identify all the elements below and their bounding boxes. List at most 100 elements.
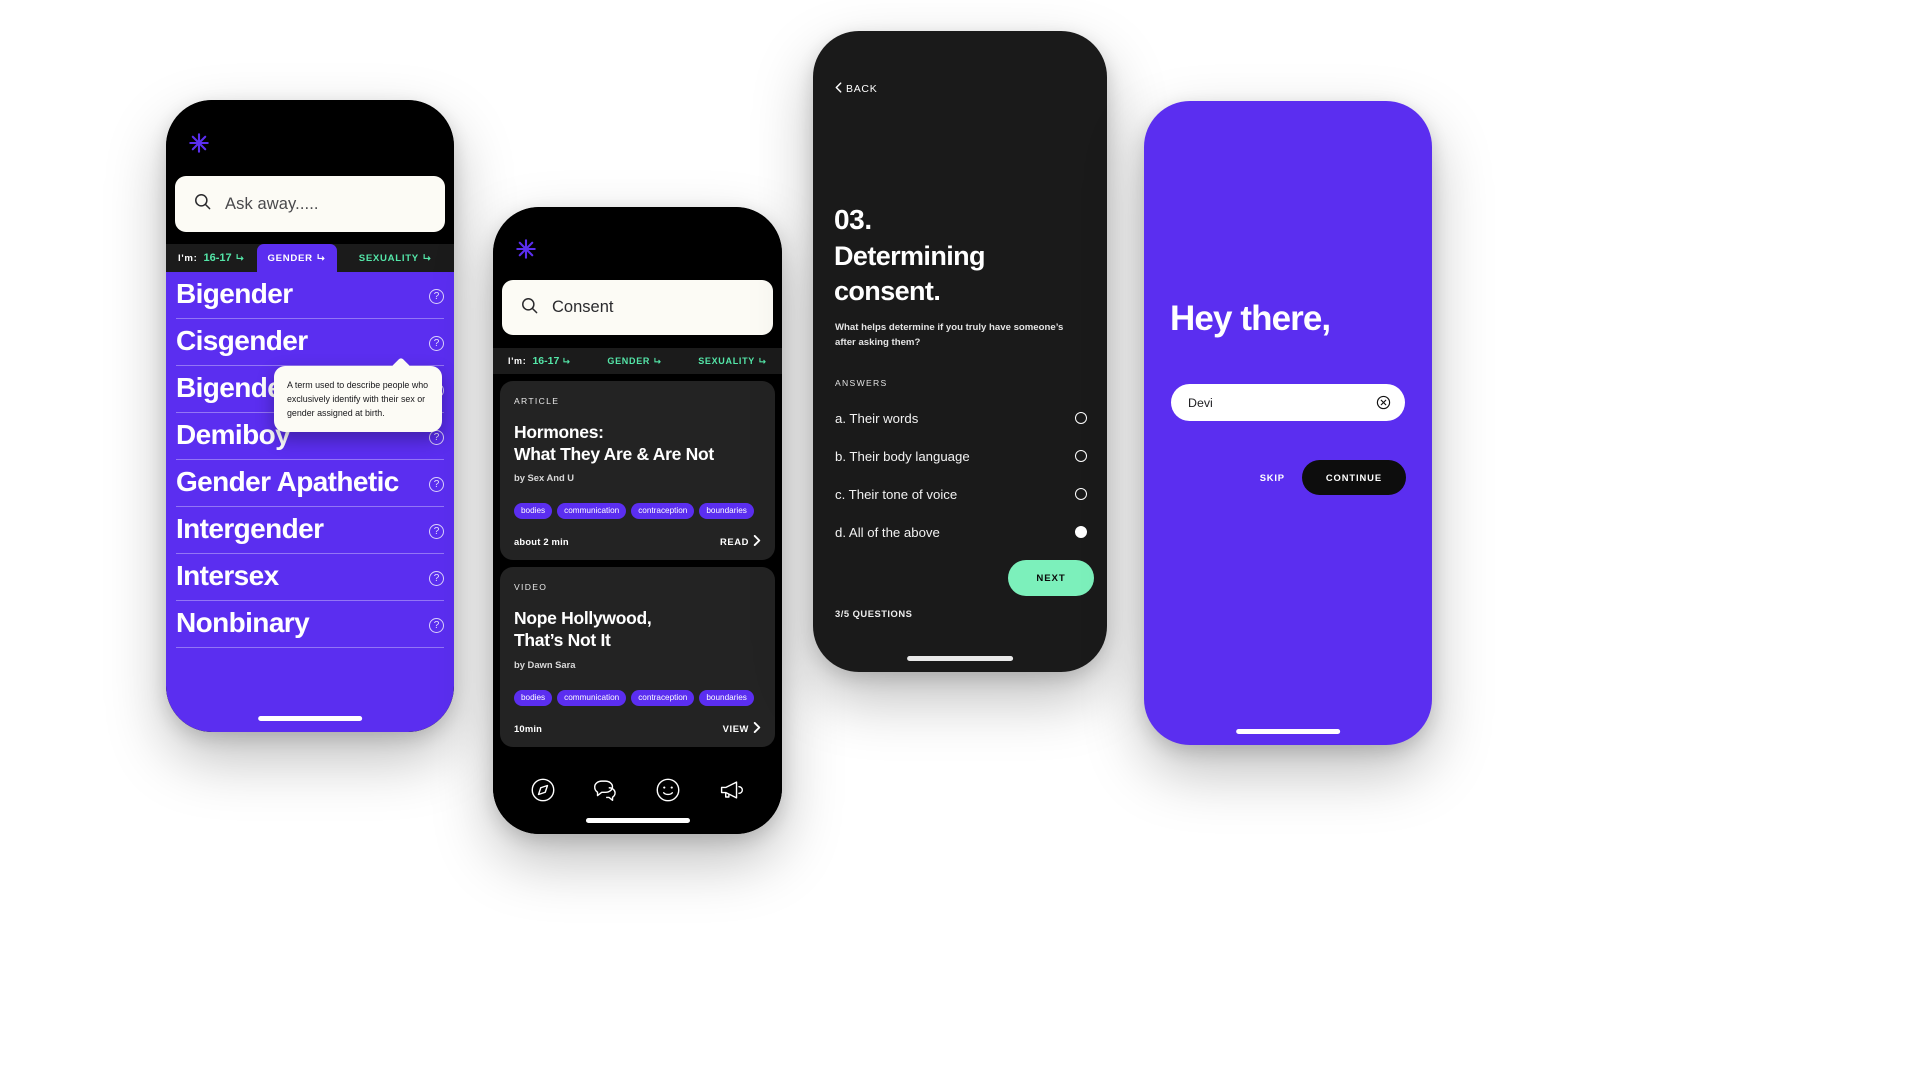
- tab-sexuality[interactable]: SEXUALITY: [337, 244, 454, 272]
- age-value-label: 16-17: [532, 355, 560, 367]
- bottom-navigation: [493, 768, 782, 834]
- clear-circle-icon[interactable]: [1376, 395, 1391, 410]
- card-footer: 10min VIEW: [514, 721, 761, 735]
- tab-gender[interactable]: GENDER: [607, 356, 662, 367]
- chat-bubbles-icon[interactable]: [591, 776, 621, 806]
- age-filter-chip[interactable]: I'm: 16-17: [493, 355, 571, 367]
- answer-option-d[interactable]: d. All of the above: [835, 513, 1087, 551]
- tag-chip[interactable]: bodies: [514, 689, 553, 706]
- home-indicator: [1236, 729, 1340, 734]
- help-circle-icon[interactable]: ?: [429, 288, 444, 304]
- card-view-button[interactable]: VIEW: [722, 721, 761, 735]
- question-number: 03.: [834, 204, 872, 235]
- help-circle-icon[interactable]: ?: [429, 617, 444, 633]
- asterisk-icon: [515, 238, 537, 260]
- glossary-term-list[interactable]: Bigender ? Cisgender ? Bigender ? Demibo…: [166, 272, 454, 732]
- tab-sexuality[interactable]: SEXUALITY: [698, 356, 782, 367]
- card-title-line2: What They Are & Are Not: [514, 443, 714, 464]
- continue-button[interactable]: CONTINUE: [1301, 460, 1406, 495]
- tag-chip[interactable]: bodies: [514, 503, 553, 520]
- list-item[interactable]: Cisgender ?: [176, 319, 444, 366]
- radio-button[interactable]: [1075, 412, 1087, 424]
- answer-option-b[interactable]: b. Their body language: [835, 437, 1087, 475]
- tag-chip[interactable]: boundaries: [699, 503, 754, 520]
- card-cta-label: READ: [720, 536, 749, 548]
- answer-option-a[interactable]: a. Their words: [835, 399, 1087, 437]
- tag-chip[interactable]: communication: [557, 689, 627, 706]
- answer-option-c[interactable]: c. Their tone of voice: [835, 475, 1087, 513]
- age-filter-chip[interactable]: I'm: 16-17: [166, 244, 257, 272]
- next-button[interactable]: NEXT: [1008, 560, 1094, 596]
- search-placeholder: Ask away.....: [225, 194, 319, 213]
- card-duration: 10min: [514, 722, 543, 734]
- card-byline: by Dawn Sara: [514, 658, 576, 670]
- showcase-stage: Ask away..... I'm: 16-17 GENDER SEXUALIT…: [0, 0, 1920, 1080]
- card-footer: about 2 min READ: [514, 535, 761, 548]
- content-card-video[interactable]: VIDEO Nope Hollywood, That’s Not It by D…: [500, 567, 775, 747]
- asterisk-icon: [188, 132, 210, 154]
- skip-button[interactable]: SKIP: [1260, 472, 1285, 483]
- card-title-line1: Hormones:: [514, 422, 604, 442]
- tag-chip[interactable]: contraception: [631, 503, 695, 520]
- greeting-heading: Hey there,: [1170, 299, 1331, 338]
- answer-label: d. All of the above: [835, 524, 940, 540]
- search-input[interactable]: Consent: [502, 280, 773, 335]
- back-button[interactable]: BACK: [835, 82, 877, 96]
- age-value-label: 16-17: [203, 252, 232, 264]
- tab-sexuality-label: SEXUALITY: [358, 252, 419, 264]
- card-title-line2: That’s Not It: [514, 630, 611, 651]
- phone-welcome: Hey there, Devi SKIP CONTINUE: [1144, 101, 1432, 745]
- card-kicker: VIDEO: [514, 582, 548, 593]
- phone-feed: Consent I'm: 16-17 GENDER SEXUALITY ARTI…: [493, 207, 782, 834]
- tag-chip[interactable]: communication: [557, 503, 627, 520]
- search-input[interactable]: Ask away.....: [175, 176, 445, 232]
- help-circle-icon[interactable]: ?: [429, 570, 444, 586]
- card-kicker: ARTICLE: [514, 396, 560, 406]
- list-item[interactable]: Intergender ?: [176, 507, 444, 554]
- dropdown-arrow-icon: [316, 252, 326, 265]
- term-name: Cisgender: [176, 324, 308, 356]
- help-circle-icon[interactable]: ?: [429, 476, 444, 492]
- tab-gender-label: GENDER: [607, 356, 651, 366]
- dropdown-arrow-icon: [422, 252, 432, 265]
- tag-chip[interactable]: boundaries: [699, 689, 754, 706]
- list-item[interactable]: Nonbinary ?: [176, 601, 444, 648]
- feed-header: Consent: [493, 207, 782, 339]
- radio-button[interactable]: [1075, 488, 1087, 500]
- help-circle-icon[interactable]: ?: [429, 429, 444, 445]
- search-icon: [520, 296, 539, 320]
- tab-gender[interactable]: GENDER: [256, 244, 337, 272]
- question-subtitle: What helps determine if you truly have s…: [835, 322, 1064, 348]
- answer-option-list: a. Their words b. Their body language c.…: [835, 399, 1087, 551]
- name-field[interactable]: Devi: [1171, 384, 1405, 421]
- radio-button-selected[interactable]: [1075, 526, 1087, 538]
- term-name: Intersex: [176, 559, 279, 591]
- dropdown-arrow-icon: [758, 356, 767, 367]
- card-read-button[interactable]: READ: [720, 535, 761, 548]
- answer-label: b. Their body language: [835, 448, 970, 464]
- phone-quiz: BACK 03. Determining consent. What helps…: [813, 31, 1107, 672]
- card-byline: by Sex And U: [514, 472, 575, 484]
- tag-chip[interactable]: contraception: [631, 689, 695, 706]
- answer-label: a. Their words: [835, 410, 919, 426]
- answers-section-label: ANSWERS: [835, 378, 888, 388]
- megaphone-icon[interactable]: [716, 776, 746, 806]
- content-card-article[interactable]: ARTICLE Hormones: What They Are & Are No…: [500, 381, 775, 561]
- card-cta-label: VIEW: [722, 722, 749, 734]
- card-title: Hormones: What They Are & Are Not: [514, 422, 761, 465]
- feed-card-list[interactable]: ARTICLE Hormones: What They Are & Are No…: [493, 374, 782, 834]
- help-circle-icon[interactable]: ?: [429, 523, 444, 539]
- card-title-line1: Nope Hollywood,: [514, 608, 652, 629]
- radio-button[interactable]: [1075, 450, 1087, 462]
- list-item[interactable]: Intersex ?: [176, 554, 444, 601]
- compass-icon[interactable]: [529, 776, 559, 806]
- filter-tab-row: I'm: 16-17 GENDER SEXUALITY: [166, 244, 454, 272]
- smiley-face-icon[interactable]: [654, 776, 684, 806]
- back-label: BACK: [846, 83, 878, 95]
- age-prefix-label: I'm:: [178, 252, 198, 264]
- chevron-left-icon: [835, 82, 842, 96]
- dropdown-arrow-icon: [235, 252, 245, 265]
- list-item[interactable]: Gender Apathetic ?: [176, 460, 444, 507]
- help-circle-icon[interactable]: ?: [429, 335, 444, 351]
- list-item[interactable]: Bigender ?: [176, 272, 444, 319]
